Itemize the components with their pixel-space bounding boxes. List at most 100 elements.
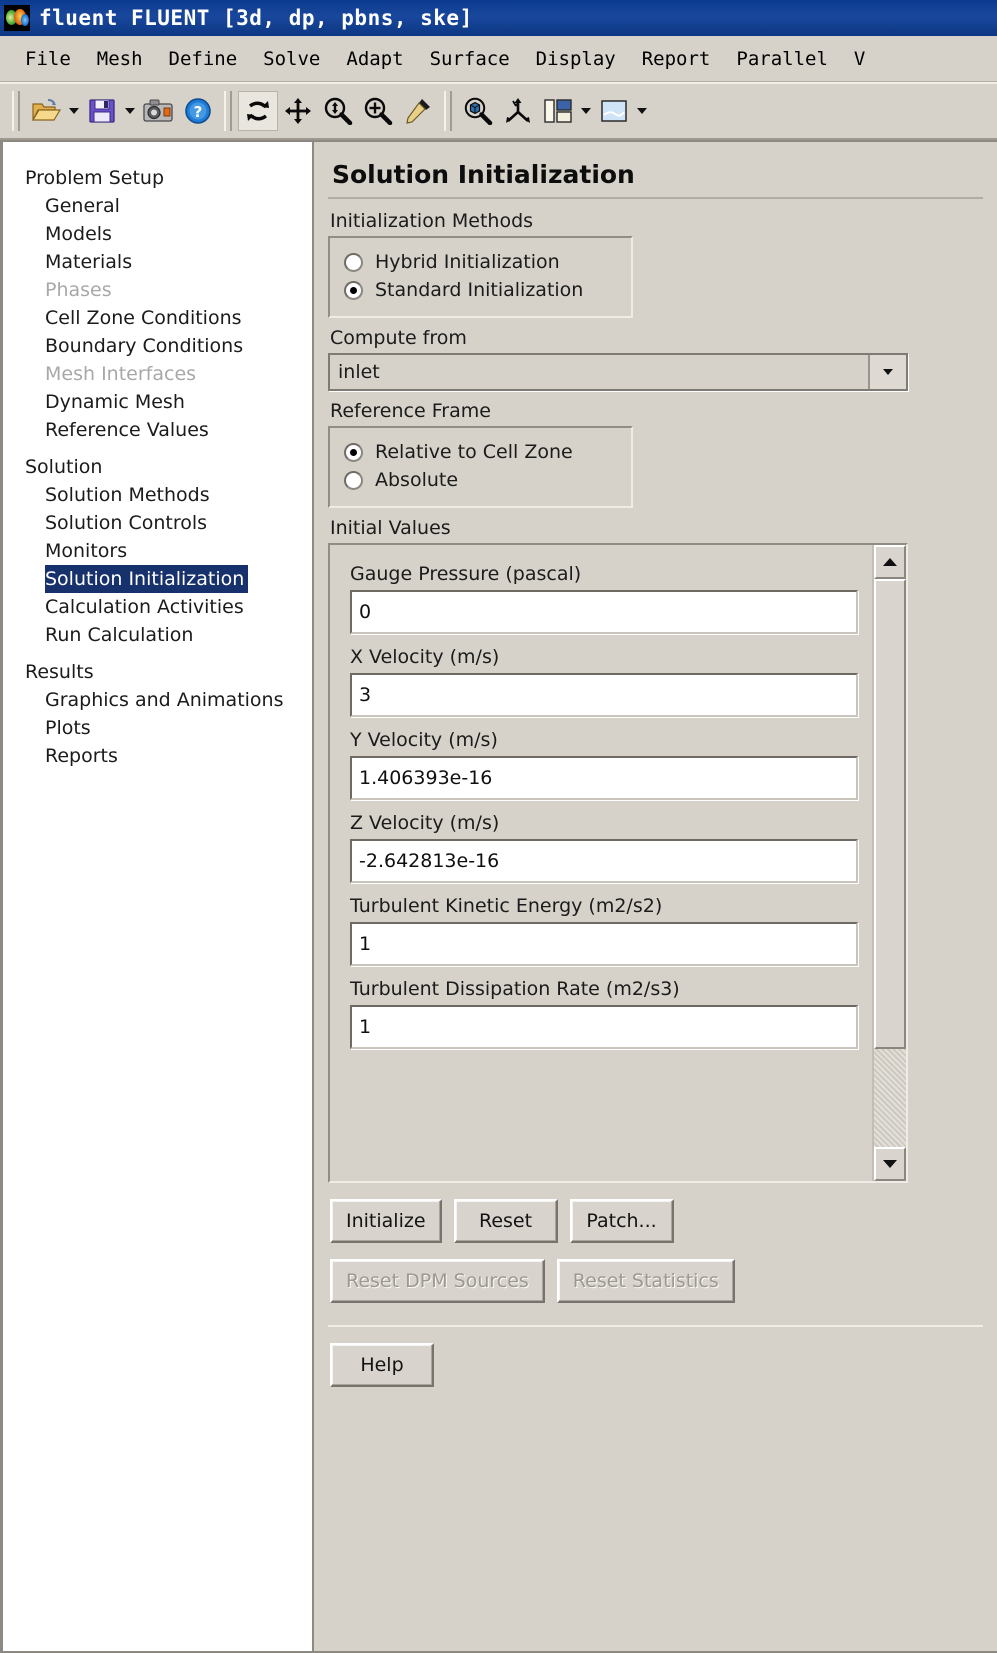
compute-from-label: Compute from xyxy=(328,318,983,353)
radio-standard-initialization[interactable]: Standard Initialization xyxy=(344,276,617,304)
sidebar-item-solution-initialization[interactable]: Solution Initialization xyxy=(45,565,248,593)
radio-label-absolute: Absolute xyxy=(375,469,458,491)
menu-adapt[interactable]: Adapt xyxy=(333,46,416,72)
scrollbar-track[interactable] xyxy=(874,579,906,1147)
reference-frame-label: Reference Frame xyxy=(328,391,983,426)
layout-dropdown-caret[interactable] xyxy=(578,91,594,131)
chevron-down-icon[interactable] xyxy=(868,355,906,389)
navigation-tree: Problem Setup General Models Materials P… xyxy=(0,140,312,1653)
menu-solve[interactable]: Solve xyxy=(250,46,333,72)
menu-display[interactable]: Display xyxy=(523,46,629,72)
sidebar-item-solution-controls[interactable]: Solution Controls xyxy=(3,509,312,537)
sidebar-item-run-calculation[interactable]: Run Calculation xyxy=(3,621,312,649)
open-file-icon[interactable] xyxy=(26,91,66,131)
menu-mesh[interactable]: Mesh xyxy=(84,46,156,72)
pan-view-icon[interactable] xyxy=(278,91,318,131)
fit-to-window-icon[interactable] xyxy=(458,91,498,131)
reset-button[interactable]: Reset xyxy=(454,1199,558,1243)
scroll-down-arrow-icon[interactable] xyxy=(874,1147,906,1181)
save-file-icon[interactable] xyxy=(82,91,122,131)
toolbar-grip-3[interactable] xyxy=(444,91,452,131)
probe-picker-icon[interactable] xyxy=(398,91,438,131)
radio-label-relative: Relative to Cell Zone xyxy=(375,441,573,463)
zoom-view-icon[interactable] xyxy=(318,91,358,131)
sidebar-item-dynamic-mesh[interactable]: Dynamic Mesh xyxy=(3,388,312,416)
camera-snapshot-icon[interactable] xyxy=(138,91,178,131)
x-velocity-input[interactable]: 3 xyxy=(350,673,858,717)
patch-button[interactable]: Patch... xyxy=(570,1199,674,1243)
initial-values-list: Gauge Pressure (pascal) 0 X Velocity (m/… xyxy=(330,545,872,1181)
reset-button-row: Reset DPM Sources Reset Statistics xyxy=(328,1243,983,1303)
nav-group-results[interactable]: Results xyxy=(3,658,312,686)
radio-hybrid-initialization[interactable]: Hybrid Initialization xyxy=(344,248,617,276)
sidebar-item-solution-methods[interactable]: Solution Methods xyxy=(3,481,312,509)
help-button[interactable]: Help xyxy=(330,1343,434,1387)
main-toolbar: ? xyxy=(0,82,997,140)
initial-values-scrollbar[interactable] xyxy=(872,545,906,1181)
turbulent-dissipation-rate-input[interactable]: 1 xyxy=(350,1005,858,1049)
sidebar-item-phases: Phases xyxy=(3,276,312,304)
toolbar-grip-2[interactable] xyxy=(224,91,232,131)
nav-group-solution[interactable]: Solution xyxy=(3,453,312,481)
viewport-dropdown-caret[interactable] xyxy=(634,91,650,131)
radio-absolute[interactable]: Absolute xyxy=(344,466,617,494)
help-icon[interactable]: ? xyxy=(178,91,218,131)
radio-mark-relative-icon xyxy=(344,443,363,462)
svg-text:?: ? xyxy=(194,103,203,121)
menu-file[interactable]: File xyxy=(12,46,84,72)
initial-values-label: Initial Values xyxy=(328,508,983,543)
save-file-dropdown-caret[interactable] xyxy=(122,91,138,131)
nav-group-problem-setup[interactable]: Problem Setup xyxy=(3,164,312,192)
window-titlebar: fluent FLUENT [3d, dp, pbns, ske] xyxy=(0,0,997,36)
sidebar-item-cell-zone-conditions[interactable]: Cell Zone Conditions xyxy=(3,304,312,332)
sidebar-item-materials[interactable]: Materials xyxy=(3,248,312,276)
scroll-up-arrow-icon[interactable] xyxy=(874,545,906,579)
sidebar-item-plots[interactable]: Plots xyxy=(3,714,312,742)
compute-from-dropdown[interactable]: inlet xyxy=(328,353,908,391)
sidebar-item-general[interactable]: General xyxy=(3,192,312,220)
sidebar-item-monitors[interactable]: Monitors xyxy=(3,537,312,565)
sidebar-item-calculation-activities[interactable]: Calculation Activities xyxy=(3,593,312,621)
zoom-in-icon[interactable] xyxy=(358,91,398,131)
menu-surface[interactable]: Surface xyxy=(417,46,523,72)
axis-triad-icon[interactable] xyxy=(498,91,538,131)
menu-define[interactable]: Define xyxy=(156,46,251,72)
turbulent-dissipation-rate-label: Turbulent Dissipation Rate (m2/s3) xyxy=(350,972,858,1005)
layout-panels-icon[interactable] xyxy=(538,91,578,131)
sidebar-item-boundary-conditions[interactable]: Boundary Conditions xyxy=(3,332,312,360)
y-velocity-input[interactable]: 1.406393e-16 xyxy=(350,756,858,800)
z-velocity-input[interactable]: -2.642813e-16 xyxy=(350,839,858,883)
initialize-button[interactable]: Initialize xyxy=(330,1199,442,1243)
reset-dpm-sources-button: Reset DPM Sources xyxy=(330,1259,545,1303)
reference-frame-group: Relative to Cell Zone Absolute xyxy=(328,426,633,508)
radio-mark-standard-icon xyxy=(344,281,363,300)
menu-view[interactable]: V xyxy=(841,46,878,72)
sidebar-item-graphics-and-animations[interactable]: Graphics and Animations xyxy=(3,686,312,714)
window-title: fluent FLUENT [3d, dp, pbns, ske] xyxy=(39,6,473,30)
y-velocity-label: Y Velocity (m/s) xyxy=(350,723,858,756)
sidebar-item-models[interactable]: Models xyxy=(3,220,312,248)
open-file-dropdown-caret[interactable] xyxy=(66,91,82,131)
viewport-icon[interactable] xyxy=(594,91,634,131)
page-title: Solution Initialization xyxy=(328,142,983,199)
turbulent-kinetic-energy-input[interactable]: 1 xyxy=(350,922,858,966)
initialization-methods-label: Initialization Methods xyxy=(328,201,983,236)
scrollbar-thumb[interactable] xyxy=(874,579,906,1049)
initialization-methods-group: Hybrid Initialization Standard Initializ… xyxy=(328,236,633,318)
radio-mark-absolute-icon xyxy=(344,471,363,490)
gauge-pressure-input[interactable]: 0 xyxy=(350,590,858,634)
toolbar-grip[interactable] xyxy=(12,91,20,131)
sidebar-item-reports[interactable]: Reports xyxy=(3,742,312,770)
radio-relative-to-cell-zone[interactable]: Relative to Cell Zone xyxy=(344,438,617,466)
sidebar-item-reference-values[interactable]: Reference Values xyxy=(3,416,312,444)
x-velocity-label: X Velocity (m/s) xyxy=(350,640,858,673)
workspace: Problem Setup General Models Materials P… xyxy=(0,140,997,1653)
compute-from-value: inlet xyxy=(330,355,868,389)
rotate-view-icon[interactable] xyxy=(238,91,278,131)
radio-label-standard: Standard Initialization xyxy=(375,279,583,301)
sidebar-item-mesh-interfaces: Mesh Interfaces xyxy=(3,360,312,388)
reset-statistics-button: Reset Statistics xyxy=(557,1259,735,1303)
task-pane: Solution Initialization Initialization M… xyxy=(312,140,997,1653)
menu-parallel[interactable]: Parallel xyxy=(723,46,841,72)
menu-report[interactable]: Report xyxy=(629,46,724,72)
